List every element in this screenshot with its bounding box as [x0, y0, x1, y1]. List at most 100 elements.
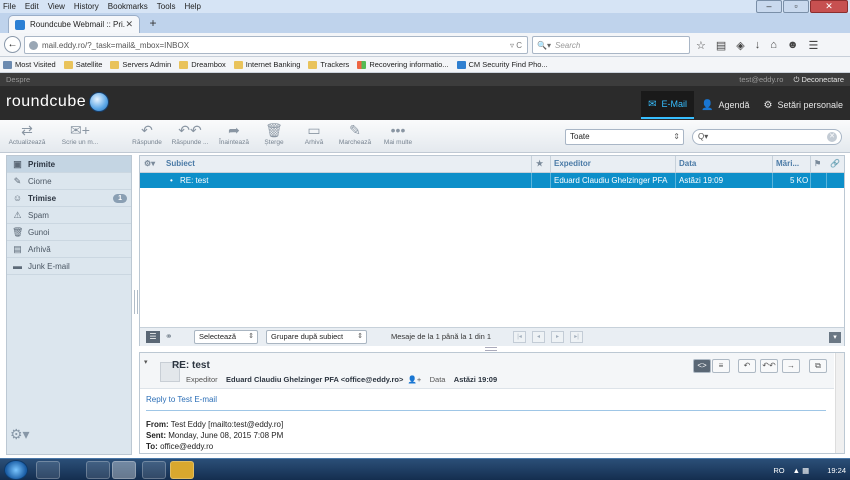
- reply-link[interactable]: Reply to Test E-mail: [146, 395, 826, 411]
- select-dropdown[interactable]: Selectează ⇕: [194, 330, 258, 344]
- list-options-gear-icon[interactable]: ⚙▾: [144, 156, 155, 172]
- home-icon[interactable]: ⌂: [770, 39, 777, 51]
- sidebar-item-gunoi[interactable]: 🗑 Gunoi: [7, 224, 131, 241]
- clock[interactable]: 19:24: [827, 466, 846, 475]
- filter-select[interactable]: Toate ⇕: [565, 129, 684, 145]
- menu-view[interactable]: View: [48, 2, 65, 11]
- bookmark-internet-banking[interactable]: Internet Banking: [233, 60, 300, 69]
- bookmark-trackers[interactable]: Trackers: [308, 60, 349, 69]
- bookmark-servers-admin[interactable]: Servers Admin: [110, 60, 171, 69]
- vertical-splitter[interactable]: [134, 290, 138, 314]
- bookmark-cm-security[interactable]: CM Security Find Pho...: [456, 60, 548, 69]
- browser-tab[interactable]: Roundcube Webmail :: Pri... ✕: [8, 15, 140, 33]
- refresh-button[interactable]: ⇄ Actualizează: [7, 122, 47, 146]
- flag-column-icon[interactable]: ⚑: [814, 156, 821, 172]
- menu-edit[interactable]: Edit: [25, 2, 39, 11]
- mail-search-input[interactable]: Q▾ ✕: [692, 129, 842, 145]
- collapse-preview-icon[interactable]: ▾: [829, 332, 841, 343]
- menu-tools[interactable]: Tools: [157, 2, 176, 11]
- reply-all-icon[interactable]: ↶↶: [760, 359, 778, 373]
- menu-file[interactable]: File: [3, 2, 16, 11]
- reply-icon[interactable]: ↶: [738, 359, 756, 373]
- tray-icons[interactable]: ▲ ▦: [793, 466, 810, 475]
- menu-bookmarks[interactable]: Bookmarks: [108, 2, 148, 11]
- bookmarks-menu-icon[interactable]: ▤: [716, 39, 726, 52]
- sidebar-item-trimise[interactable]: ☺ Trimise 1: [7, 190, 131, 207]
- back-button[interactable]: ←: [4, 36, 21, 53]
- sidebar-item-arhiv-[interactable]: ▤ Arhivă: [7, 241, 131, 258]
- hamburger-menu-icon[interactable]: ☰: [808, 39, 818, 52]
- nav-email[interactable]: ✉ E-Mail: [641, 91, 694, 119]
- preview-scrollbar[interactable]: [835, 353, 844, 453]
- site-identity-icon[interactable]: [29, 40, 38, 50]
- downloads-icon[interactable]: ↓: [755, 39, 761, 51]
- taskbar-app-icon[interactable]: [142, 461, 166, 479]
- column-size[interactable]: Mări...: [776, 156, 799, 172]
- attachment-column-icon[interactable]: 🔗: [830, 156, 840, 172]
- table-row[interactable]: • RE: test Eduard Claudiu Ghelzinger PFA…: [140, 173, 844, 188]
- nav-contacts[interactable]: 👤 Agendă: [694, 91, 756, 119]
- bookmark-dreambox[interactable]: Dreambox: [179, 60, 226, 69]
- open-new-window-icon[interactable]: ⧉: [809, 359, 827, 373]
- column-from[interactable]: Expeditor: [554, 156, 591, 172]
- logout-link[interactable]: ⏻ Deconectare: [793, 75, 844, 85]
- horizontal-splitter[interactable]: [485, 347, 497, 351]
- maximize-button[interactable]: ▫: [783, 0, 809, 13]
- minimize-button[interactable]: –: [756, 0, 782, 13]
- browser-search-box[interactable]: 🔍▾ Search: [532, 36, 690, 54]
- roundcube-logo[interactable]: roundcube: [6, 90, 110, 114]
- reload-icon[interactable]: ▿ C: [510, 41, 522, 50]
- grouping-dropdown[interactable]: Grupare după subiect ⇕: [266, 330, 367, 344]
- forward-icon[interactable]: →: [782, 359, 800, 373]
- url-bar[interactable]: mail.eddy.ro/?_task=mail&_mbox=INBOX ▿ C: [24, 36, 528, 54]
- close-tab-icon[interactable]: ✕: [125, 19, 133, 30]
- clear-search-icon[interactable]: ✕: [827, 132, 837, 142]
- new-tab-button[interactable]: +: [146, 17, 160, 31]
- bookmark-star-icon[interactable]: ☆: [696, 39, 706, 52]
- archive-button[interactable]: ▭ Arhivă: [300, 122, 328, 146]
- show-desktop-icon[interactable]: [36, 461, 60, 479]
- threads-icon[interactable]: ⚭: [165, 331, 173, 342]
- add-contact-icon[interactable]: 👤+: [408, 375, 422, 384]
- mark-button[interactable]: ✎ Marchează: [336, 122, 374, 146]
- bookmark-most-visited[interactable]: Most Visited: [3, 60, 56, 69]
- compose-button[interactable]: ✉+ Scrie un m...: [58, 122, 102, 146]
- text-view-button[interactable]: ≡: [712, 359, 730, 373]
- flag-column-star-icon[interactable]: ★: [536, 156, 543, 172]
- search-options-icon[interactable]: Q▾: [698, 132, 708, 141]
- firefox-taskbar-icon[interactable]: [112, 461, 136, 479]
- menu-help[interactable]: Help: [184, 2, 200, 11]
- sidebar-item-primite[interactable]: ▣ Primite: [7, 156, 131, 173]
- taskbar-app-icon[interactable]: [170, 461, 194, 479]
- last-page-button[interactable]: ▸|: [570, 331, 583, 343]
- reply-all-button[interactable]: ↶↶ Răspunde ...: [168, 122, 212, 146]
- column-subject[interactable]: Subiect: [166, 156, 195, 172]
- sidebar-item-junk-e-mail[interactable]: ▬ Junk E-mail: [7, 258, 131, 275]
- start-button[interactable]: [4, 460, 28, 480]
- delete-button[interactable]: 🗑 Șterge: [260, 122, 288, 146]
- sidebar-item-ciorne[interactable]: ✎ Ciorne: [7, 173, 131, 190]
- language-indicator[interactable]: RO: [773, 466, 784, 475]
- reply-button[interactable]: ↶ Răspunde: [128, 122, 166, 146]
- bookmark-recovering[interactable]: Recovering informatio...: [357, 60, 449, 69]
- collapse-header-icon[interactable]: ▾: [144, 358, 148, 366]
- list-menu-icon[interactable]: ☰: [146, 331, 160, 343]
- bookmark-satellite[interactable]: Satellite: [63, 60, 102, 69]
- about-link[interactable]: Despre: [6, 75, 739, 84]
- column-date[interactable]: Data: [679, 156, 696, 172]
- chat-icon[interactable]: ☻: [787, 39, 799, 51]
- prev-page-button[interactable]: ◂: [532, 331, 545, 343]
- nav-settings[interactable]: ⚙ Setări personale: [756, 91, 850, 119]
- folder-settings-gear-icon[interactable]: ⚙▾: [10, 426, 30, 443]
- html-view-button[interactable]: <>: [693, 359, 711, 373]
- close-window-button[interactable]: ✕: [810, 0, 848, 13]
- menu-history[interactable]: History: [74, 2, 99, 11]
- from-value[interactable]: Eduard Claudiu Ghelzinger PFA <office@ed…: [226, 375, 403, 384]
- first-page-button[interactable]: |◂: [513, 331, 526, 343]
- forward-button[interactable]: ➦ Înaintează: [214, 122, 254, 146]
- pocket-icon[interactable]: ◈: [736, 39, 744, 52]
- taskbar-app-icon[interactable]: [86, 461, 110, 479]
- next-page-button[interactable]: ▸: [551, 331, 564, 343]
- more-button[interactable]: ••• Mai multe: [380, 122, 416, 146]
- sidebar-item-spam[interactable]: ⚠ Spam: [7, 207, 131, 224]
